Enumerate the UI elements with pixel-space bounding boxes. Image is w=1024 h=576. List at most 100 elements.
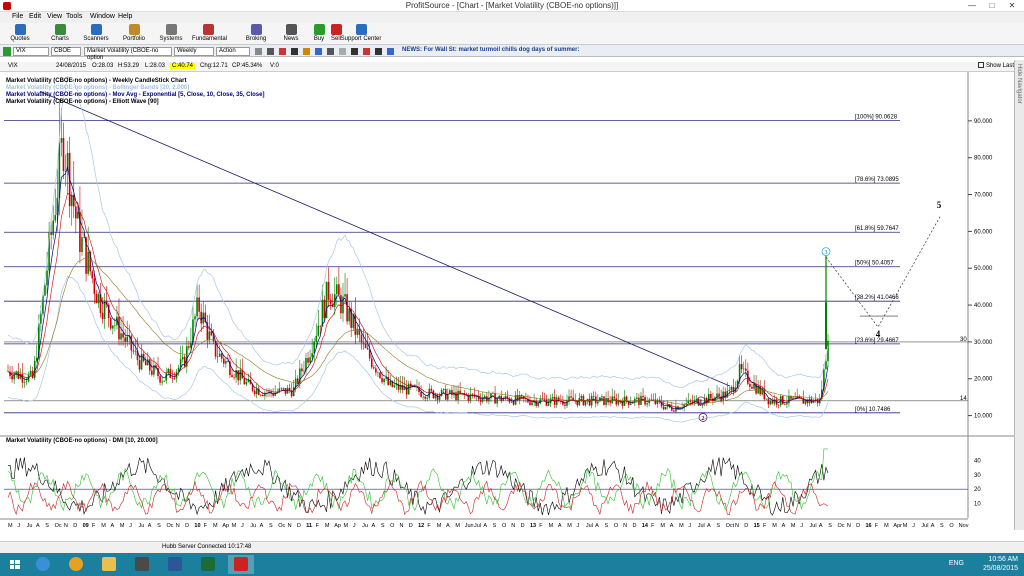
taskbar-app[interactable] [228, 555, 254, 574]
candle-body [381, 378, 383, 383]
exchange-input[interactable]: CBOE [51, 47, 81, 56]
info-open: O:28.03 [92, 63, 114, 69]
x-axis-tick-label: D [73, 523, 77, 529]
toolbar-label: Systems [159, 36, 183, 42]
x-axis-tick-label: F [316, 523, 320, 529]
x-axis-tick-label: S [940, 523, 944, 529]
x-axis-tick-label: F [875, 523, 879, 529]
start-button[interactable] [2, 555, 28, 574]
candle-body [710, 393, 712, 399]
language-indicator[interactable]: ENG [949, 560, 964, 567]
symbol-bar: VIX CBOE Market Volatility (CBOE-no opti… [0, 45, 1024, 61]
fundamental-button[interactable]: Fundamental [192, 24, 227, 44]
security-name-field[interactable]: Market Volatility (CBOE-no option [84, 47, 172, 61]
chart-tool-icon[interactable] [279, 48, 286, 55]
chart-tool-icon[interactable] [387, 48, 394, 55]
chart-tool-icon[interactable] [351, 48, 358, 55]
candle-body [346, 294, 348, 322]
x-axis-tick-label: F [427, 523, 431, 529]
support-center-button[interactable]: Support Center [340, 24, 382, 44]
candle-body [740, 363, 743, 370]
taskbar-app[interactable] [129, 555, 155, 574]
menu-help[interactable]: Help [118, 13, 132, 20]
chart-tool-icon[interactable] [375, 48, 382, 55]
chart-area[interactable]: 90.000 80.000 70.000 60.000 50.000 40.000 30.0… [0, 72, 1014, 530]
show-last-checkbox[interactable]: Show Last [977, 62, 1014, 69]
system-clock[interactable]: 10:56 AM 25/08/2015 [983, 555, 1018, 573]
elliott-wave-label: 5 [937, 200, 942, 210]
x-axis-tick-label: D [409, 523, 413, 529]
candle-body [354, 314, 357, 335]
candle-body [784, 404, 786, 405]
x-axis-tick-label: A [260, 523, 264, 529]
minimize-button[interactable]: — [962, 0, 982, 12]
profitsource-icon [234, 557, 248, 571]
chart-tool-icon[interactable] [303, 48, 310, 55]
candle-body [442, 389, 445, 391]
charts-button[interactable]: Charts [44, 24, 76, 44]
chart-tool-icon[interactable] [339, 48, 346, 55]
candle-body [103, 300, 106, 319]
maximize-button[interactable]: □ [982, 0, 1002, 12]
x-axis-tick-label: A [371, 523, 375, 529]
candle-body [50, 232, 52, 235]
candle-body [239, 369, 242, 381]
candle-body [344, 294, 346, 297]
explorer-icon [102, 557, 116, 571]
taskbar-app[interactable] [195, 555, 221, 574]
candle-body [52, 220, 55, 235]
x-axis-tick-label: D [856, 523, 860, 529]
candle-body [198, 297, 200, 312]
x-axis-tick-label: M [884, 523, 889, 529]
candle-body [75, 206, 77, 219]
candle-body [592, 395, 595, 397]
candle-body [636, 397, 638, 399]
menu-tools[interactable]: Tools [66, 13, 82, 20]
scanners-button[interactable]: Scanners [80, 24, 112, 44]
price-chart[interactable]: 90.000 80.000 70.000 60.000 50.000 40.000 30.0… [0, 72, 1014, 530]
chart-tool-icon[interactable] [267, 48, 274, 55]
candle-body [296, 378, 299, 384]
chart-tool-icon[interactable] [327, 48, 334, 55]
systems-button[interactable]: Systems [155, 24, 187, 44]
chart-tool-icon[interactable] [255, 48, 262, 55]
broking-button[interactable]: Broking [240, 24, 272, 44]
symbol-input[interactable]: VIX [13, 47, 49, 56]
action-menu[interactable]: Action [216, 47, 250, 56]
chart-tool-icon[interactable] [315, 48, 322, 55]
taskbar-app[interactable] [30, 555, 56, 574]
menu-window[interactable]: Window [90, 13, 115, 20]
quotes-button[interactable]: Quotes [4, 24, 36, 44]
y-axis-tick-label: 50.000 [974, 266, 993, 272]
candle-body [650, 399, 653, 401]
news-ticker[interactable]: NEWS: For Wall St: market turmoil chills… [402, 47, 579, 53]
navigator-panel[interactable]: Hide Navigator [1014, 60, 1024, 530]
x-axis-tick-label: M [660, 523, 665, 529]
taskbar-app[interactable] [162, 555, 188, 574]
candle-body [564, 404, 566, 406]
candle-body [159, 376, 161, 383]
x-axis-tick-label: M [903, 523, 908, 529]
help-icon [355, 24, 367, 35]
candle-body [825, 302, 827, 350]
taskbar-app[interactable] [96, 555, 122, 574]
candle-body [751, 386, 753, 389]
menu-view[interactable]: View [47, 13, 62, 20]
candle-body [336, 284, 338, 295]
x-axis-tick-label: A [707, 523, 711, 529]
candle-body [373, 367, 375, 369]
quotes-icon [14, 24, 26, 35]
candle-body [259, 394, 262, 396]
chart-tool-icon[interactable] [363, 48, 370, 55]
candle-body [375, 368, 377, 373]
candle-body [788, 395, 790, 404]
taskbar-app[interactable] [63, 555, 89, 574]
candle-body [537, 403, 540, 406]
chart-tool-icon[interactable] [291, 48, 298, 55]
menu-edit[interactable]: Edit [29, 13, 41, 20]
menu-file[interactable]: File [12, 13, 23, 20]
portfolio-button[interactable]: Portfolio [118, 24, 150, 44]
link-icon[interactable] [3, 47, 11, 56]
period-select[interactable]: Weekly [174, 47, 214, 56]
close-button[interactable]: ✕ [1002, 0, 1022, 12]
